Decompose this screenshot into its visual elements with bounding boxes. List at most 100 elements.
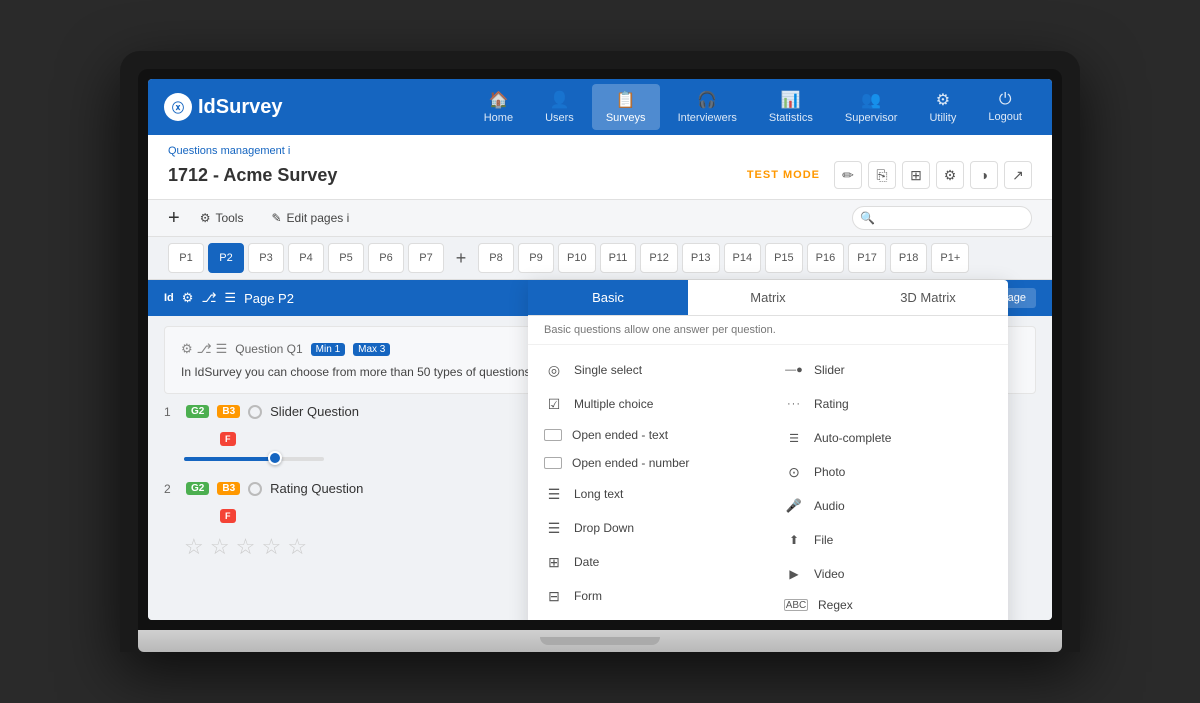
q-menu-icon: ☰ — [216, 341, 228, 357]
autocomplete-label: Auto-complete — [814, 431, 891, 445]
add-page-button[interactable]: + — [448, 245, 474, 271]
page-tab-p16[interactable]: P16 — [807, 243, 845, 273]
file-label: File — [814, 533, 833, 547]
nav-statistics[interactable]: 📊 Statistics — [755, 84, 827, 130]
type-slider[interactable]: —● Slider — [768, 353, 1008, 387]
type-dropdown[interactable]: Drop Down — [528, 511, 768, 545]
nav-surveys[interactable]: 📋 Surveys — [592, 84, 660, 130]
video-icon: ▶ — [784, 564, 804, 584]
nav-utility[interactable]: ⚙ Utility — [915, 84, 970, 130]
type-photo[interactable]: Photo — [768, 455, 1008, 489]
page-tab-p9[interactable]: P9 — [518, 243, 554, 273]
type-signature[interactable]: ✒ Signature — [768, 619, 1008, 620]
settings-icon-btn[interactable]: ⚙ — [936, 161, 964, 189]
nav-home-label: Home — [484, 112, 513, 124]
title-row: 1712 - Acme Survey TEST MODE ✏ ⎘ ⊞ ⚙ ◑ ↗ — [168, 161, 1032, 189]
type-form[interactable]: Form — [528, 579, 768, 613]
nav-utility-label: Utility — [929, 112, 956, 124]
type-autocomplete[interactable]: ☰ Auto-complete — [768, 421, 1008, 455]
laptop-base — [138, 630, 1062, 652]
nav-interviewers[interactable]: 🎧 Interviewers — [664, 84, 751, 130]
page-tab-p19[interactable]: P1+ — [931, 243, 969, 273]
add-button[interactable]: + — [168, 207, 180, 230]
dropdown-grid: Single select Multiple choice Open ended… — [528, 345, 1008, 620]
dropdown-description: Basic questions allow one answer per que… — [528, 316, 1008, 345]
type-open-text[interactable]: Open ended - text — [528, 421, 768, 449]
nav-users-label: Users — [545, 112, 574, 124]
page-tab-p13[interactable]: P13 — [682, 243, 720, 273]
edit-pages-icon: ✎ — [271, 211, 281, 225]
form-icon — [544, 586, 564, 606]
statistics-icon: 📊 — [781, 90, 801, 110]
audio-label: Audio — [814, 499, 845, 513]
page-tab-p17[interactable]: P17 — [848, 243, 886, 273]
type-nps[interactable]: NPS — [528, 613, 768, 620]
page-section-menu-icon: ☰ — [224, 290, 236, 306]
page-tab-p8[interactable]: P8 — [478, 243, 514, 273]
page-tab-p18[interactable]: P18 — [890, 243, 928, 273]
type-file[interactable]: ⬆ File — [768, 523, 1008, 557]
page-tab-p10[interactable]: P10 — [558, 243, 596, 273]
nav-logout-label: Logout — [988, 111, 1022, 123]
page-section-branch-icon: ⎇ — [201, 290, 216, 306]
type-video[interactable]: ▶ Video — [768, 557, 1008, 591]
type-regex[interactable]: ABC Regex — [768, 591, 1008, 619]
title-actions: TEST MODE ✏ ⎘ ⊞ ⚙ ◑ ↗ — [747, 161, 1032, 189]
logo-text: IdSurvey — [198, 96, 282, 119]
long-text-label: Long text — [574, 487, 623, 501]
dropdown-tab-matrix[interactable]: Matrix — [688, 280, 848, 315]
slider-icon: —● — [784, 360, 804, 380]
slider-label: Slider — [814, 363, 845, 377]
search-box: 🔍 — [852, 206, 1032, 230]
nav-home[interactable]: 🏠 Home — [470, 84, 527, 130]
type-single-select[interactable]: Single select — [528, 353, 768, 387]
grid-icon-btn[interactable]: ⊞ — [902, 161, 930, 189]
nav-logout[interactable]: ⏻ Logout — [974, 85, 1036, 129]
search-input[interactable] — [852, 206, 1032, 230]
q-badge-max: Max 3 — [353, 343, 390, 356]
single-select-label: Single select — [574, 363, 642, 377]
logout-icon: ⏻ — [999, 91, 1012, 109]
q-gear-icon: ⚙ — [181, 341, 193, 357]
tools-button[interactable]: ⚙ Tools — [192, 208, 252, 228]
q2-num: 2 — [164, 482, 178, 496]
page-tab-p12[interactable]: P12 — [640, 243, 678, 273]
type-multiple-choice[interactable]: Multiple choice — [528, 387, 768, 421]
audio-icon: 🎤 — [784, 496, 804, 516]
page-tab-p6[interactable]: P6 — [368, 243, 404, 273]
type-date[interactable]: Date — [528, 545, 768, 579]
edit-pages-button[interactable]: ✎ Edit pages i — [263, 208, 357, 228]
page-tab-p5[interactable]: P5 — [328, 243, 364, 273]
dropdown-tabs: Basic Matrix 3D Matrix — [528, 280, 1008, 316]
page-tab-p2[interactable]: P2 — [208, 243, 244, 273]
multiple-choice-icon — [544, 394, 564, 414]
edit-icon-btn[interactable]: ✏ — [834, 161, 862, 189]
page-tab-p7[interactable]: P7 — [408, 243, 444, 273]
video-label: Video — [814, 567, 844, 581]
laptop-notch — [540, 637, 660, 645]
page-tab-p11[interactable]: P11 — [600, 243, 637, 273]
page-tab-p1[interactable]: P1 — [168, 243, 204, 273]
type-rating[interactable]: ··· Rating — [768, 387, 1008, 421]
page-tab-p4[interactable]: P4 — [288, 243, 324, 273]
chart-icon-btn[interactable]: ◑ — [970, 161, 998, 189]
edit-pages-label: Edit pages i — [287, 211, 350, 225]
dropdown-tab-3d[interactable]: 3D Matrix — [848, 280, 1008, 315]
page-tab-p3[interactable]: P3 — [248, 243, 284, 273]
share-icon-btn[interactable]: ↗ — [1004, 161, 1032, 189]
page-tab-p15[interactable]: P15 — [765, 243, 803, 273]
slider-thumb[interactable] — [268, 451, 282, 465]
surveys-icon: 📋 — [616, 90, 636, 110]
regex-label: Regex — [818, 598, 853, 612]
nav-users[interactable]: 👤 Users — [531, 84, 588, 130]
breadcrumb[interactable]: Questions management i — [168, 145, 1032, 157]
page-section-gear-icon: ⚙ — [182, 290, 194, 306]
type-open-number[interactable]: Open ended - number — [528, 449, 768, 477]
type-audio[interactable]: 🎤 Audio — [768, 489, 1008, 523]
page-tab-p14[interactable]: P14 — [724, 243, 762, 273]
nav-supervisor[interactable]: 👥 Supervisor — [831, 84, 912, 130]
copy-icon-btn[interactable]: ⎘ — [868, 161, 896, 189]
regex-icon: ABC — [784, 599, 808, 611]
dropdown-tab-basic[interactable]: Basic — [528, 280, 688, 315]
type-long-text[interactable]: Long text — [528, 477, 768, 511]
